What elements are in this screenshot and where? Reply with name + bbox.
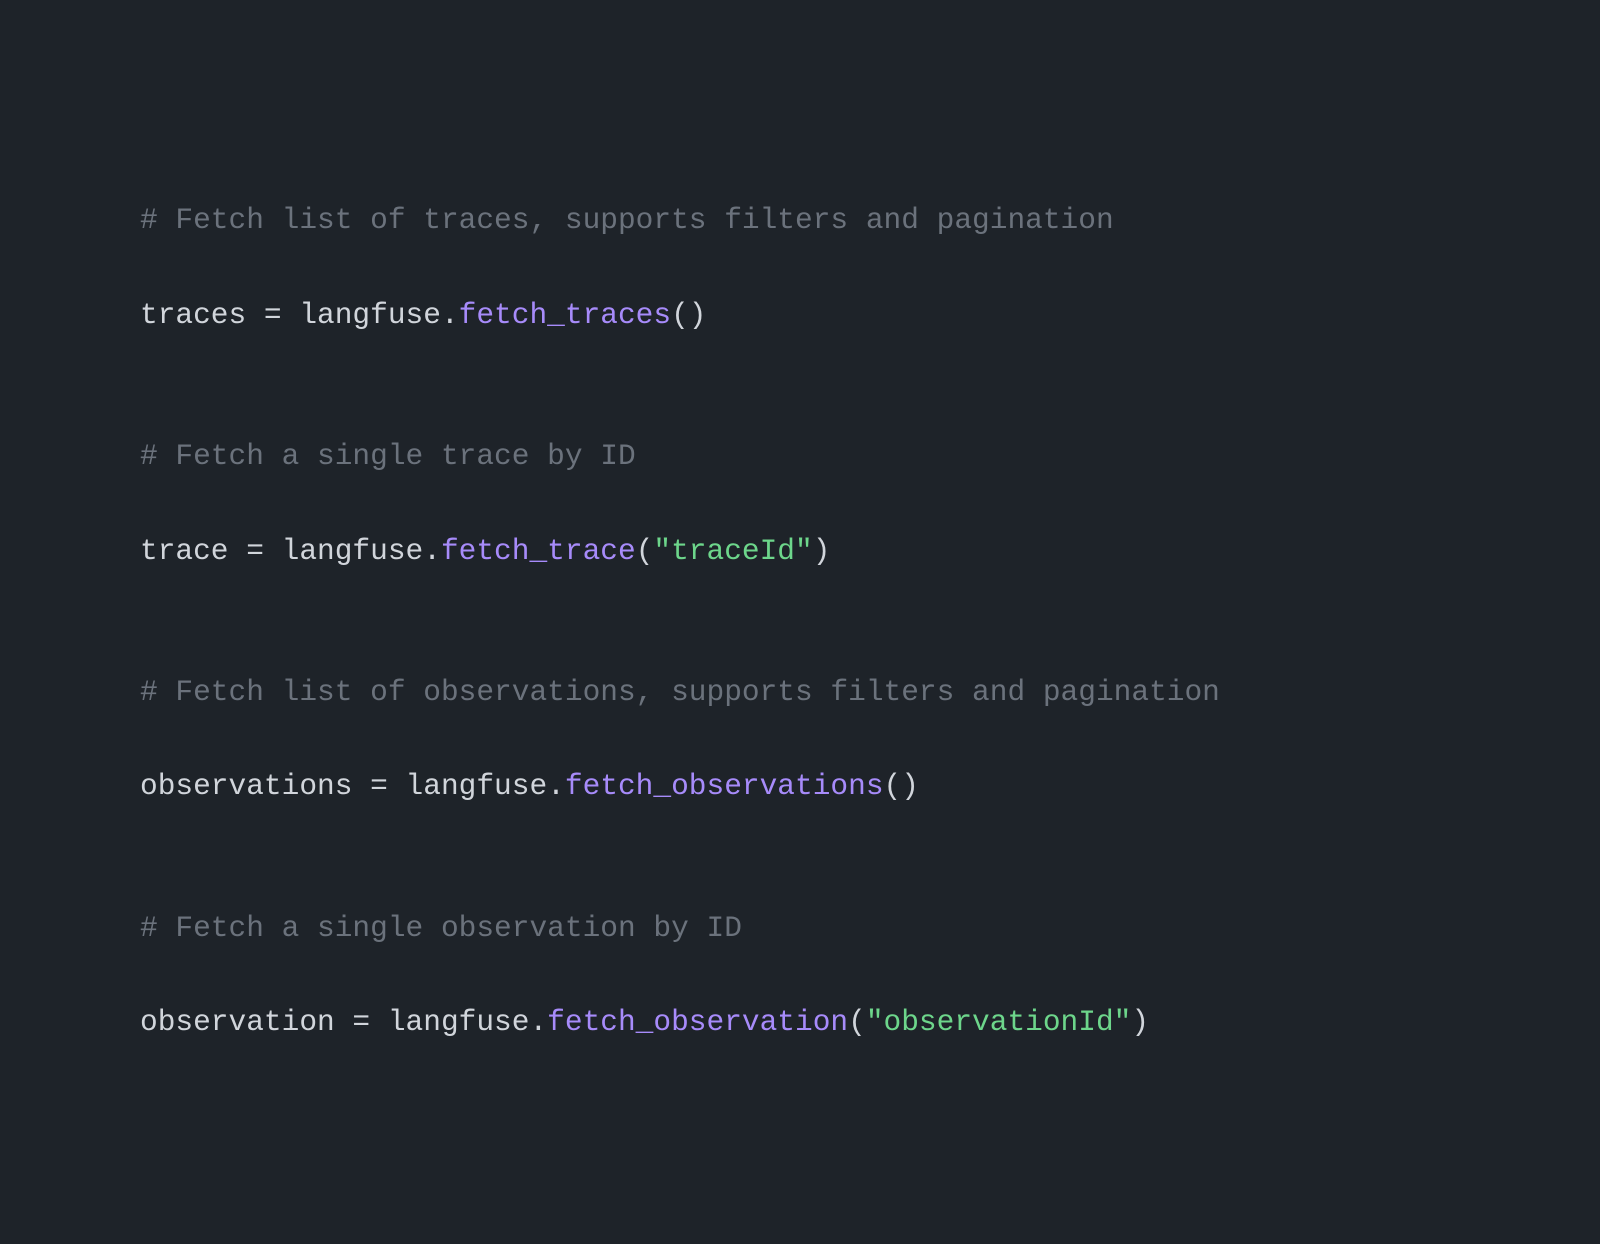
comment-text: # Fetch a single trace by ID [140,439,636,473]
variable: observation [140,1005,335,1039]
function-name: fetch_traces [459,298,671,332]
paren-close: ) [1131,1005,1149,1039]
code-block: # Fetch list of traces, supports filters… [0,0,1600,1244]
variable: trace [140,534,229,568]
paren-open: ( [636,534,654,568]
code-comment-1: # Fetch list of traces, supports filters… [140,197,1460,244]
object: langfuse [406,769,548,803]
object: langfuse [282,534,424,568]
code-comment-4: # Fetch a single observation by ID [140,905,1460,952]
assign-op: = [335,1005,388,1039]
code-line-4: observation = langfuse.fetch_observation… [140,999,1460,1046]
paren-open: ( [671,298,689,332]
string-literal: "traceId" [653,534,812,568]
assign-op: = [246,298,299,332]
function-name: fetch_observations [565,769,884,803]
comment-text: # Fetch list of observations, supports f… [140,675,1220,709]
comment-text: # Fetch list of traces, supports filters… [140,203,1114,237]
dot: . [547,769,565,803]
object: langfuse [299,298,441,332]
paren-close: ) [901,769,919,803]
dot: . [423,534,441,568]
dot: . [441,298,459,332]
code-comment-3: # Fetch list of observations, supports f… [140,669,1460,716]
paren-close: ) [689,298,707,332]
code-line-3: observations = langfuse.fetch_observatio… [140,763,1460,810]
dot: . [529,1005,547,1039]
function-name: fetch_trace [441,534,636,568]
function-name: fetch_observation [547,1005,848,1039]
paren-close: ) [813,534,831,568]
string-literal: "observationId" [866,1005,1132,1039]
paren-open: ( [848,1005,866,1039]
comment-text: # Fetch a single observation by ID [140,911,742,945]
code-line-2: trace = langfuse.fetch_trace("traceId") [140,528,1460,575]
variable: observations [140,769,352,803]
code-line-1: traces = langfuse.fetch_traces() [140,292,1460,339]
object: langfuse [388,1005,530,1039]
variable: traces [140,298,246,332]
assign-op: = [352,769,405,803]
code-comment-2: # Fetch a single trace by ID [140,433,1460,480]
paren-open: ( [884,769,902,803]
assign-op: = [229,534,282,568]
